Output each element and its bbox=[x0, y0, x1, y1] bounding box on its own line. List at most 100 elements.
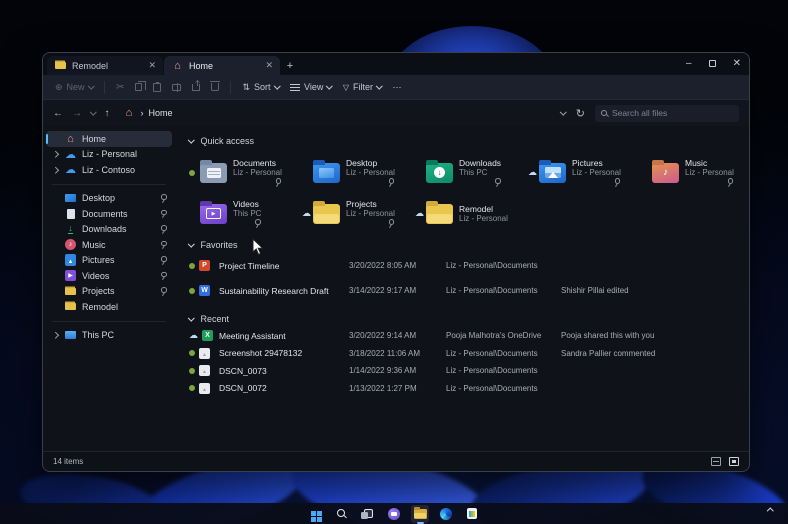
section-header-favorites[interactable]: Favorites bbox=[189, 237, 743, 253]
tile-sublabel: This PC bbox=[459, 168, 501, 178]
more-options-button[interactable]: ⋯ bbox=[393, 82, 402, 93]
status-bar: 14 items bbox=[43, 451, 749, 471]
close-button[interactable]: ✕ bbox=[733, 58, 741, 69]
sidebar-item-liz-personal[interactable]: Liz - Personal bbox=[46, 147, 172, 163]
file-row-meeting-assistant[interactable]: ☁XMeeting Assistant3/20/2022 9:14 AMPooj… bbox=[189, 327, 743, 345]
large-icons-view-icon[interactable] bbox=[729, 457, 739, 466]
sort-button-label: Sort bbox=[254, 82, 271, 92]
up-button[interactable]: ↑ bbox=[105, 108, 110, 119]
address-right-group: ↻ bbox=[561, 105, 739, 122]
item-count: 14 items bbox=[53, 457, 83, 466]
chat-icon[interactable] bbox=[385, 505, 403, 523]
recent-locations-icon[interactable] bbox=[90, 108, 96, 114]
quick-access-tile-projects[interactable]: ☁ProjectsLiz - Personal bbox=[302, 193, 415, 234]
sidebar-divider bbox=[52, 184, 166, 185]
tile-name: Music bbox=[685, 158, 734, 168]
sidebar: HomeLiz - PersonalLiz - ContosoDesktopDo… bbox=[43, 126, 175, 451]
section-header-recent[interactable]: Recent bbox=[189, 311, 743, 327]
pin-icon bbox=[252, 219, 261, 228]
minimize-button[interactable]: – bbox=[686, 58, 692, 69]
quick-access-tile-music[interactable]: ♪MusicLiz - Personal bbox=[641, 152, 749, 193]
quick-access-tile-pictures[interactable]: ☁PicturesLiz - Personal bbox=[528, 152, 641, 193]
file-row-dscn-0072[interactable]: DSCN_00721/13/2022 1:27 PMLiz - Personal… bbox=[189, 380, 743, 398]
quick-access-tile-documents[interactable]: DocumentsLiz - Personal bbox=[189, 152, 302, 193]
share-icon[interactable] bbox=[192, 84, 200, 91]
quick-access-tile-videos[interactable]: ▶VideosThis PC bbox=[189, 193, 302, 234]
tray-chevron-up-icon[interactable] bbox=[768, 500, 773, 518]
folder-folder-icon bbox=[426, 204, 453, 224]
sidebar-item-pictures[interactable]: Pictures bbox=[46, 253, 172, 269]
image-file-icon bbox=[199, 383, 210, 394]
videos-folder-icon: ▶ bbox=[200, 204, 227, 224]
edge-icon[interactable] bbox=[437, 505, 455, 523]
delete-icon[interactable] bbox=[211, 83, 219, 91]
sidebar-item-downloads[interactable]: Downloads bbox=[46, 222, 172, 238]
quick-access-tile-remodel[interactable]: ☁RemodelLiz - Personal bbox=[415, 193, 528, 234]
sidebar-item-documents[interactable]: Documents bbox=[46, 206, 172, 222]
file-name: Sustainability Research Draft bbox=[219, 286, 349, 296]
image-file-icon bbox=[199, 348, 210, 359]
forward-button[interactable]: → bbox=[72, 108, 82, 119]
status-dot bbox=[189, 170, 200, 176]
details-view-icon[interactable] bbox=[711, 457, 721, 466]
chevron-down-icon bbox=[188, 240, 194, 246]
home-icon[interactable] bbox=[123, 107, 136, 120]
file-row-sustainability-research-draft[interactable]: WSustainability Research Draft3/14/2022 … bbox=[189, 278, 743, 303]
sidebar-item-projects[interactable]: Projects bbox=[46, 284, 172, 300]
sidebar-item-home[interactable]: Home bbox=[46, 131, 172, 147]
taskbar bbox=[0, 503, 788, 524]
file-explorer-icon[interactable] bbox=[411, 505, 429, 523]
section-title: Favorites bbox=[201, 240, 238, 250]
tab-home[interactable]: Home ✕ bbox=[164, 56, 280, 75]
sidebar-item-music[interactable]: Music bbox=[46, 237, 172, 253]
sidebar-item-this-pc[interactable]: This PC bbox=[46, 328, 172, 344]
maximize-button[interactable] bbox=[709, 60, 716, 67]
file-location: Pooja Malhotra's OneDrive bbox=[446, 331, 561, 340]
filter-button[interactable]: ▽ Filter bbox=[343, 82, 382, 92]
search-input[interactable] bbox=[612, 108, 733, 118]
pictures-folder-icon bbox=[539, 163, 566, 183]
filter-funnel-icon: ▽ bbox=[343, 83, 349, 92]
search-box[interactable] bbox=[595, 105, 739, 122]
sidebar-item-remodel[interactable]: Remodel bbox=[46, 299, 172, 315]
sidebar-item-videos[interactable]: Videos bbox=[46, 268, 172, 284]
refresh-icon[interactable]: ↻ bbox=[576, 107, 585, 120]
toolbar: ⊕ New ✂ ⇅ Sort View ▽ Filter ⋯ bbox=[43, 75, 749, 100]
pin-icon bbox=[492, 178, 501, 187]
pin-icon bbox=[158, 287, 167, 296]
file-name: Project Timeline bbox=[219, 261, 349, 271]
task-view-icon[interactable] bbox=[359, 505, 377, 523]
view-button[interactable]: View bbox=[290, 82, 332, 92]
back-button[interactable]: ← bbox=[53, 108, 63, 119]
address-dropdown-icon[interactable] bbox=[560, 108, 566, 114]
paste-icon[interactable] bbox=[153, 83, 161, 92]
close-tab-icon[interactable]: ✕ bbox=[148, 61, 156, 70]
quick-access-tile-desktop[interactable]: DesktopLiz - Personal bbox=[302, 152, 415, 193]
new-button[interactable]: ⊕ New bbox=[55, 82, 93, 93]
recent-list: ☁XMeeting Assistant3/20/2022 9:14 AMPooj… bbox=[189, 327, 743, 397]
folder-icon bbox=[54, 59, 67, 72]
start-icon[interactable] bbox=[307, 505, 325, 523]
close-tab-icon[interactable]: ✕ bbox=[265, 61, 273, 70]
cloud-icon: ☁ bbox=[189, 331, 198, 340]
sidebar-item-desktop[interactable]: Desktop bbox=[46, 191, 172, 207]
new-tab-button[interactable]: + bbox=[281, 56, 299, 75]
file-row-project-timeline[interactable]: PProject Timeline3/20/2022 8:05 AMLiz - … bbox=[189, 253, 743, 278]
section-header-quick-access[interactable]: Quick access bbox=[189, 133, 743, 149]
excel-file-icon: X bbox=[202, 330, 213, 341]
pin-icon bbox=[158, 194, 167, 203]
music-icon bbox=[64, 238, 77, 251]
search-icon[interactable] bbox=[333, 505, 351, 523]
rename-icon[interactable] bbox=[172, 84, 181, 91]
content-pane: Quick access DocumentsLiz - PersonalDesk… bbox=[175, 126, 749, 451]
sidebar-item-liz-contoso[interactable]: Liz - Contoso bbox=[46, 162, 172, 178]
cut-icon[interactable]: ✂ bbox=[116, 82, 124, 93]
quick-access-tile-downloads[interactable]: ↓DownloadsThis PC bbox=[415, 152, 528, 193]
file-row-dscn-0073[interactable]: DSCN_00731/14/2022 9:36 AMLiz - Personal… bbox=[189, 362, 743, 380]
sort-button[interactable]: ⇅ Sort bbox=[242, 82, 279, 93]
copy-icon[interactable] bbox=[135, 83, 142, 91]
breadcrumb-item-home[interactable]: Home bbox=[149, 108, 173, 118]
store-icon[interactable] bbox=[463, 505, 481, 523]
tab-remodel[interactable]: Remodel ✕ bbox=[47, 56, 163, 75]
file-row-screenshot-29478132[interactable]: Screenshot 294781323/18/2022 11:06 AMLiz… bbox=[189, 345, 743, 363]
